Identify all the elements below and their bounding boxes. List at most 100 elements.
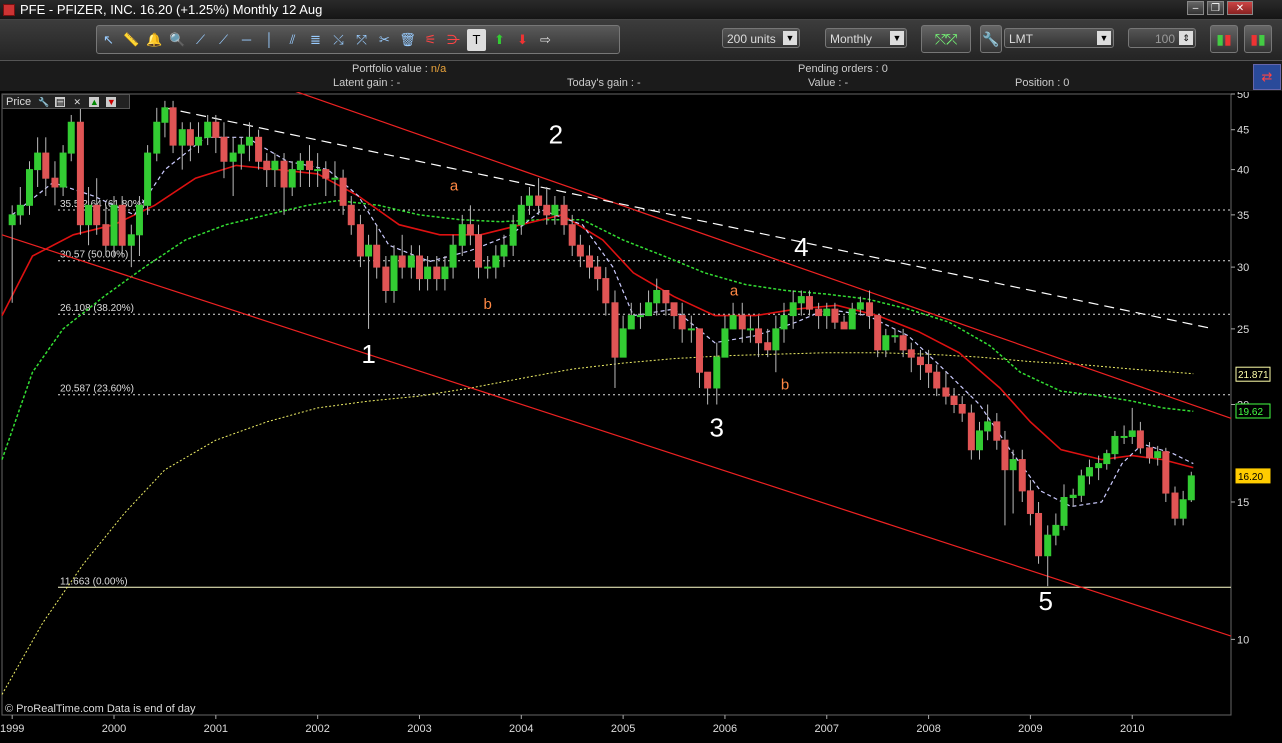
x-tick-label: 2009 — [1018, 723, 1042, 735]
buy-order-button[interactable]: ▮▮ — [1210, 25, 1238, 53]
exit-arrow-icon[interactable]: ⇨ — [536, 29, 555, 51]
candle-body — [942, 387, 950, 397]
chart-style-button[interactable]: ⤲⤱ — [921, 25, 971, 53]
candle-body — [34, 152, 42, 171]
candle-body — [899, 335, 907, 351]
price-tag-label: 16.20 — [1238, 472, 1263, 483]
pending-orders[interactable]: Pending orders : 0 — [798, 63, 888, 75]
vertical-line-icon[interactable]: │ — [260, 29, 279, 51]
wrench-icon[interactable]: 🔧 — [980, 25, 1002, 53]
tools-icon[interactable]: ✂ — [375, 29, 394, 51]
portfolio-amount: n/a — [430, 63, 447, 75]
fib-fan-icon[interactable]: ⚟ — [421, 29, 440, 51]
x-tick-label: 2000 — [102, 723, 126, 735]
ticker-select[interactable]: LMT ▼ — [1004, 28, 1114, 48]
trash-icon[interactable]: 🗑 — [398, 29, 417, 51]
wave-label: 4 — [794, 232, 808, 262]
toolbar: ↖ 📏 🔔 🔍 ⟋ ⟋ ─ │ ⫽ ≣ ⤯ ⤱ ✂ 🗑 ⚟ ⋺ T ⬆ ⬇ ⇨ … — [0, 20, 1282, 61]
candle-body — [1171, 492, 1179, 519]
quantity-stepper[interactable]: 100 ⇕ — [1128, 28, 1196, 48]
candle-body — [831, 308, 839, 323]
price-panel-label: Price — [6, 96, 32, 108]
zoom-icon[interactable]: 🔍 — [168, 29, 187, 51]
alert-bell-icon[interactable]: 🔔 — [145, 29, 164, 51]
ruler-icon[interactable]: 📏 — [122, 29, 141, 51]
candle-body — [398, 255, 406, 268]
close-icon[interactable]: ✕ — [72, 97, 82, 107]
fib-label: 11.663 (0.00%) — [60, 576, 128, 587]
candle-body — [356, 224, 364, 257]
candle-body — [339, 177, 347, 206]
units-select[interactable]: 200 units ▼ — [722, 28, 800, 48]
text-tool-icon[interactable]: T — [467, 28, 486, 51]
period-select[interactable]: Monthly ▼ — [825, 28, 907, 48]
position-count[interactable]: Position : 0 — [1015, 77, 1069, 89]
wrench-icon[interactable]: 🔧 — [38, 97, 49, 107]
candle-body — [373, 244, 381, 268]
price-tag-label: 19.62 — [1238, 407, 1263, 418]
chart-area[interactable]: 35.5 2.64 (61.80%) 30.57 (50.00%) 26.108 (… — [0, 73, 1282, 738]
price-panel-tab[interactable]: Price 🔧 ▤ ✕ ▲ ▼ — [2, 94, 130, 109]
price-chart[interactable]: 35.5 2.64 (61.80%) 30.57 (50.00%) 26.108 (… — [0, 73, 1282, 738]
candle-body — [144, 152, 152, 206]
channel-icon[interactable]: ⫽ — [283, 29, 302, 51]
candle-body — [449, 244, 457, 268]
portfolio-infobar: Portfolio value : n/a Pending orders : 0… — [0, 61, 1282, 91]
sell-arrow-icon[interactable]: ⬇ — [513, 29, 532, 51]
x-tick-label: 2007 — [815, 723, 839, 735]
candle-body — [755, 328, 763, 344]
y-tick-label: 15 — [1237, 497, 1249, 509]
chevron-down-icon: ▼ — [890, 31, 904, 45]
refresh-icon[interactable]: ⇄ — [1253, 64, 1281, 90]
candle-body — [255, 136, 263, 162]
candle-body — [25, 169, 33, 206]
todays-gain: Today's gain : - — [567, 77, 641, 89]
pointer-icon[interactable]: ↖ — [99, 29, 118, 51]
fan-icon[interactable]: ⤯ — [329, 29, 348, 51]
candle-body — [815, 308, 823, 317]
pitchfork-icon[interactable]: ⋺ — [444, 29, 463, 51]
candle-body — [678, 315, 686, 330]
horizontal-line-icon[interactable]: ─ — [237, 29, 256, 51]
wave-label: 2 — [549, 120, 563, 150]
candle-body — [721, 328, 729, 358]
wave-label: a — [450, 178, 459, 195]
candle-body — [1120, 435, 1128, 438]
candle-body — [195, 136, 203, 146]
candle-body — [958, 404, 966, 414]
candle-body — [1009, 459, 1017, 471]
x-tick-label: 2005 — [611, 723, 635, 735]
latent-gain: Latent gain : - — [333, 77, 401, 89]
candle-body — [704, 371, 712, 389]
move-down-icon[interactable]: ▼ — [106, 97, 117, 108]
ray-tool-icon[interactable]: ⟋ — [214, 29, 233, 51]
candle-body — [984, 421, 992, 432]
y-tick-label: 50 — [1237, 92, 1249, 101]
regression-icon[interactable]: ⤱ — [352, 29, 371, 51]
candle-body — [306, 160, 314, 171]
panel-layout-icon[interactable]: ▤ — [55, 97, 66, 108]
candle-body — [670, 302, 678, 317]
candle-body — [1001, 439, 1009, 471]
candle-body — [42, 152, 50, 179]
candle-body — [729, 315, 737, 330]
candle-body — [382, 266, 390, 291]
candle-body — [169, 107, 177, 146]
buy-arrow-icon[interactable]: ⬆ — [490, 29, 509, 51]
candle-body — [746, 328, 754, 331]
close-icon[interactable]: ✕ — [1227, 1, 1253, 15]
move-up-icon[interactable]: ▲ — [89, 97, 100, 108]
fibonacci-icon[interactable]: ≣ — [306, 29, 325, 51]
minimize-icon[interactable]: – — [1187, 1, 1204, 15]
candle-body — [933, 371, 941, 389]
candle-body — [602, 278, 610, 304]
sell-order-button[interactable]: ▮▮ — [1244, 25, 1272, 53]
candle-body — [212, 121, 220, 138]
candle-body — [415, 255, 423, 280]
wave-label: 1 — [361, 339, 375, 369]
candle-body — [407, 255, 415, 268]
candle-body — [1146, 447, 1154, 459]
stepper-icon: ⇕ — [1179, 31, 1193, 45]
line-tool-icon[interactable]: ⟋ — [191, 29, 210, 51]
maximize-icon[interactable]: ❐ — [1207, 1, 1224, 15]
